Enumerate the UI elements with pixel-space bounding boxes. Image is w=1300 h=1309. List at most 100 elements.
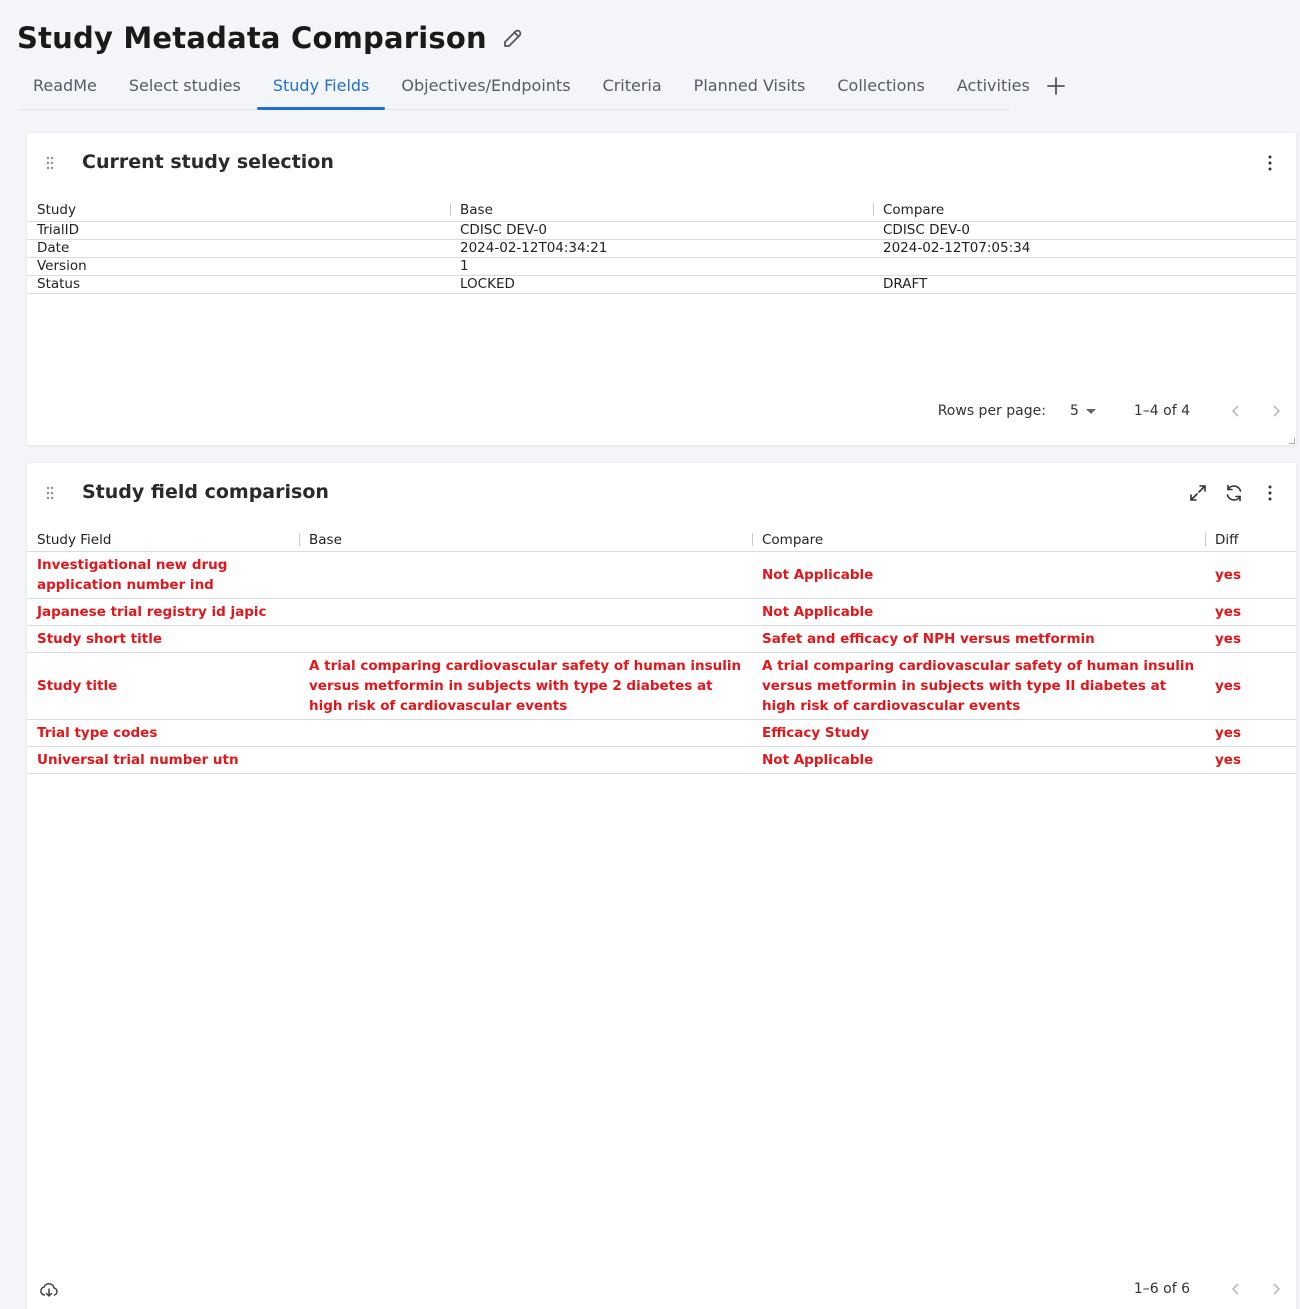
column-header-study[interactable]: Study — [27, 196, 450, 222]
previous-page-button[interactable] — [1216, 399, 1256, 423]
next-page-button[interactable] — [1256, 399, 1296, 423]
cell-base: LOCKED — [450, 275, 873, 294]
cell-study: TrialID — [27, 221, 450, 240]
cell-base — [299, 746, 752, 774]
cell-base: CDISC DEV-0 — [450, 221, 873, 240]
cell-study-field: Universal trial number utn — [27, 746, 299, 774]
cell-diff: yes — [1205, 598, 1296, 626]
column-header-compare[interactable]: Compare — [752, 526, 1205, 552]
table-row: TrialID CDISC DEV-0 CDISC DEV-0 — [27, 221, 1296, 240]
cell-base: A trial comparing cardiovascular safety … — [299, 652, 752, 720]
table-row: Japanese trial registry id japic Not App… — [27, 598, 1296, 626]
previous-page-button[interactable] — [1216, 1277, 1256, 1301]
cell-diff: yes — [1205, 625, 1296, 653]
tab-select-studies[interactable]: Select studies — [113, 62, 257, 109]
resize-handle[interactable] — [1289, 438, 1295, 444]
rows-per-page-value: 5 — [1069, 403, 1079, 419]
table-row: Trial type codes Efficacy Study yes — [27, 719, 1296, 747]
chevron-left-icon — [1231, 1283, 1239, 1295]
cell-compare — [873, 257, 1296, 276]
cell-compare: A trial comparing cardiovascular safety … — [752, 652, 1205, 720]
field-comparison-card: Study field comparison Study Field Base … — [27, 463, 1296, 1309]
table-row: Study title A trial comparing cardiovasc… — [27, 652, 1296, 720]
study-selection-card: Current study selection Study Base Compa… — [27, 133, 1296, 445]
card-header: Current study selection — [27, 133, 1296, 193]
cell-compare: Safet and efficacy of NPH versus metform… — [752, 625, 1205, 653]
study-selection-table: Study Base Compare TrialID CDISC DEV-0 C… — [27, 196, 1296, 294]
cell-study: Status — [27, 275, 450, 294]
table-row: Version 1 — [27, 257, 1296, 276]
cell-compare: Not Applicable — [752, 551, 1205, 599]
expand-icon[interactable] — [1186, 481, 1210, 505]
tab-study-fields[interactable]: Study Fields — [256, 62, 386, 110]
cell-base — [299, 719, 752, 747]
plus-icon — [1046, 76, 1065, 95]
tab-planned-visits[interactable]: Planned Visits — [678, 62, 822, 109]
table-pagination: 1–6 of 6 — [1134, 1277, 1296, 1301]
cell-study-field: Japanese trial registry id japic — [27, 598, 299, 626]
cell-study: Version — [27, 257, 450, 276]
table-row: Date 2024-02-12T04:34:21 2024-02-12T07:0… — [27, 239, 1296, 258]
cell-base: 2024-02-12T04:34:21 — [450, 239, 873, 258]
column-header-diff[interactable]: Diff — [1205, 526, 1296, 552]
cell-study-field: Trial type codes — [27, 719, 299, 747]
cell-diff: yes — [1205, 719, 1296, 747]
cell-base: 1 — [450, 257, 873, 276]
column-header-base[interactable]: Base — [450, 196, 873, 222]
tab-activities[interactable]: Activities — [941, 62, 1046, 109]
tab-label: Select studies — [128, 76, 241, 95]
cell-study: Date — [27, 239, 450, 258]
cell-diff: yes — [1205, 551, 1296, 599]
pagination-range: 1–6 of 6 — [1133, 1281, 1190, 1297]
add-tab-button[interactable] — [1046, 62, 1066, 109]
cell-compare: CDISC DEV-0 — [873, 221, 1296, 240]
tab-criteria[interactable]: Criteria — [587, 62, 678, 109]
refresh-icon[interactable] — [1222, 481, 1246, 505]
tab-collections[interactable]: Collections — [821, 62, 940, 109]
field-comparison-table: Study Field Base Compare Diff Investigat… — [27, 526, 1296, 774]
cell-base — [299, 551, 752, 599]
table-row: Status LOCKED DRAFT — [27, 275, 1296, 294]
tab-bar: ReadMe Select studies Study Fields Objec… — [17, 62, 1065, 110]
rows-per-page-select[interactable]: 5 — [1070, 403, 1096, 419]
cell-study-field: Study short title — [27, 625, 299, 653]
more-vert-icon[interactable] — [1258, 481, 1282, 505]
cell-compare: Not Applicable — [752, 746, 1205, 774]
cell-base — [299, 598, 752, 626]
tab-objectives-endpoints[interactable]: Objectives/Endpoints — [385, 62, 586, 109]
table-header-row: Study Base Compare — [27, 196, 1296, 222]
page-title: Study Metadata Comparison — [17, 21, 487, 55]
drag-handle-icon[interactable] — [42, 485, 58, 501]
tab-label: Study Fields — [272, 76, 370, 95]
tab-label: Objectives/Endpoints — [401, 76, 571, 95]
tab-label: Collections — [837, 76, 925, 95]
pagination-range: 1–4 of 4 — [1133, 403, 1190, 419]
caret-down-icon — [1085, 408, 1096, 414]
chevron-left-icon — [1231, 405, 1239, 417]
tab-readme[interactable]: ReadMe — [17, 62, 113, 109]
column-header-base[interactable]: Base — [299, 526, 752, 552]
cell-compare: Efficacy Study — [752, 719, 1205, 747]
cell-diff: yes — [1205, 746, 1296, 774]
table-row: Investigational new drug application num… — [27, 551, 1296, 599]
pencil-icon[interactable] — [501, 26, 525, 50]
table-header-row: Study Field Base Compare Diff — [27, 526, 1296, 552]
cell-compare: DRAFT — [873, 275, 1296, 294]
column-header-compare[interactable]: Compare — [873, 196, 1296, 222]
card-title: Study field comparison — [82, 481, 329, 503]
drag-handle-icon[interactable] — [42, 155, 58, 171]
download-icon[interactable] — [39, 1280, 59, 1300]
cell-compare: Not Applicable — [752, 598, 1205, 626]
column-header-study-field[interactable]: Study Field — [27, 526, 299, 552]
cell-compare: 2024-02-12T07:05:34 — [873, 239, 1296, 258]
cell-study-field: Investigational new drug application num… — [27, 551, 299, 599]
card-header: Study field comparison — [27, 463, 1296, 523]
card-title: Current study selection — [82, 151, 334, 173]
table-pagination: Rows per page: 5 1–4 of 4 — [938, 399, 1296, 423]
next-page-button[interactable] — [1256, 1277, 1296, 1301]
more-vert-icon[interactable] — [1258, 151, 1282, 175]
tab-label: Planned Visits — [693, 76, 806, 95]
tab-label: Activities — [956, 76, 1030, 95]
tab-label: Criteria — [602, 76, 662, 95]
table-row: Study short title Safet and efficacy of … — [27, 625, 1296, 653]
